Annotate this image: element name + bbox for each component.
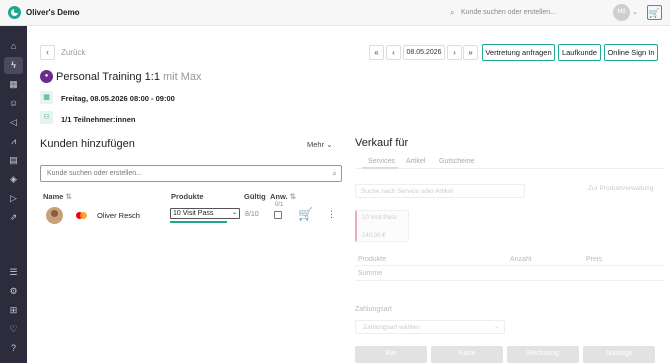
plus-square-icon[interactable]: ⊞ xyxy=(4,302,23,319)
first-page-button[interactable]: « xyxy=(369,45,384,60)
tab-vouchers[interactable]: Gutscheine xyxy=(439,158,474,165)
customer-search-input[interactable]: Kunde suchen oder erstellen... ⌕ xyxy=(40,165,342,182)
valid-count: 8/10 xyxy=(245,211,259,218)
product-select-value: 10 Visit Pass xyxy=(173,210,214,217)
product-progress-bar xyxy=(170,221,227,223)
chevron-down-icon: ⌄ xyxy=(326,140,333,149)
more-label: Mehr xyxy=(307,140,325,149)
chevron-down-icon: ⌄ xyxy=(231,210,237,216)
lightning-icon[interactable]: ϟ xyxy=(4,57,23,74)
col-attendance[interactable]: Anw. ⇅ xyxy=(270,192,296,201)
cart-icon[interactable]: 🛒 xyxy=(647,5,662,20)
payment-select[interactable]: Zahlungsart wählen ⌄ xyxy=(355,320,505,334)
product-management-link[interactable]: Zur Produktverwaltung xyxy=(588,185,653,192)
calendar-icon: ▦ xyxy=(40,91,53,104)
divider xyxy=(355,280,665,281)
sale-title: Verkauf für xyxy=(355,137,409,149)
add-to-cart-icon[interactable]: 🛒 xyxy=(298,207,313,221)
participants-icon: ⚇ xyxy=(40,111,53,124)
tab-divider xyxy=(355,168,665,169)
customer-name[interactable]: Oliver Resch xyxy=(97,211,140,220)
sidebar: ⌂ ϟ ▦ ☺ ◁ ⩘ ▤ ◈ ▷ ⇗ ☰ ⚙ ⊞ ♡ ? xyxy=(0,26,27,363)
attendance-count: 0/1 xyxy=(275,202,284,208)
back-label[interactable]: Zurück xyxy=(61,48,85,57)
event-badge-icon: ● xyxy=(40,70,53,83)
sort-icon: ⇅ xyxy=(65,192,72,201)
product-card-price: 140,00 € xyxy=(362,233,386,239)
payment-select-placeholder: Zahlungsart wählen xyxy=(363,324,420,331)
tab-services[interactable]: Services xyxy=(368,158,395,165)
laufkunde-button[interactable]: Laufkunde xyxy=(558,44,601,61)
search-icon: ⌕ xyxy=(332,169,337,178)
more-dropdown[interactable]: Mehr ⌄ xyxy=(307,140,332,149)
list-icon[interactable]: ☰ xyxy=(4,264,23,281)
heart-icon[interactable]: ♡ xyxy=(4,321,23,338)
avatar[interactable] xyxy=(46,207,63,224)
date-field[interactable]: 08.05.2026 xyxy=(403,45,445,60)
event-title-sub: mit Max xyxy=(163,71,202,83)
online-signin-button[interactable]: Online Sign In xyxy=(604,44,658,61)
top-bar: Oliver's Demo ⌄ ⌕ Kunde suchen oder erst… xyxy=(0,0,670,26)
col-name-label: Name xyxy=(43,192,64,201)
megaphone-icon[interactable]: ◁ xyxy=(4,114,23,131)
col-valid: Gültig xyxy=(244,192,266,201)
col-attendance-label: Anw. xyxy=(270,192,288,201)
global-search[interactable]: ⌕ Kunde suchen oder erstellen... xyxy=(450,8,600,19)
user-avatar[interactable]: M8 xyxy=(613,4,630,21)
col-products: Produkte xyxy=(171,192,204,201)
pay-invoice-button[interactable]: Rechnung xyxy=(507,346,579,363)
pay-card-button[interactable]: Karte xyxy=(431,346,503,363)
col-sale-products: Produkte xyxy=(358,256,387,263)
product-card[interactable]: 10 Visit Pass 140,00 € xyxy=(355,210,409,242)
play-circle-icon[interactable]: ▷ xyxy=(4,190,23,207)
search-icon: ⌕ xyxy=(450,8,455,17)
vertretung-button[interactable]: Vertretung anfragen xyxy=(482,44,555,61)
global-search-placeholder: Kunde suchen oder erstellen... xyxy=(461,9,556,16)
logo-icon[interactable] xyxy=(8,6,21,19)
chevron-down-icon[interactable]: ⌄ xyxy=(632,8,638,16)
chevron-down-icon[interactable]: ⌄ xyxy=(72,7,79,16)
product-card-name: 10 Visit Pass xyxy=(362,215,397,221)
prev-button[interactable]: ‹ xyxy=(386,45,401,60)
sort-icon: ⇅ xyxy=(289,192,297,201)
sale-search-placeholder: Suche nach Service oder Artikel xyxy=(361,188,454,195)
tab-articles[interactable]: Artikel xyxy=(406,158,425,165)
divider xyxy=(355,265,665,266)
help-icon[interactable]: ? xyxy=(4,340,23,357)
chevron-down-icon: ⌄ xyxy=(493,324,499,330)
event-title: Personal Training 1:1 xyxy=(56,71,160,83)
next-button[interactable]: › xyxy=(447,45,462,60)
gear-icon[interactable]: ⚙ xyxy=(4,283,23,300)
payment-label: Zahlungsart xyxy=(355,306,392,313)
calendar-icon[interactable]: ▦ xyxy=(4,76,23,93)
rocket-icon[interactable]: ⇗ xyxy=(4,209,23,226)
sale-search-input[interactable]: Suche nach Service oder Artikel xyxy=(355,184,525,198)
event-datetime: Freitag, 08.05.2026 08:00 - 09:00 xyxy=(61,94,175,103)
product-select[interactable]: 10 Visit Pass ⌄ xyxy=(170,208,240,219)
attendance-checkbox[interactable] xyxy=(274,211,282,219)
more-options-icon[interactable]: ⋮ xyxy=(327,209,336,220)
box-icon[interactable]: ◈ xyxy=(4,171,23,188)
back-button[interactable]: ‹ xyxy=(40,45,55,60)
pay-other-button[interactable]: Sonstige xyxy=(583,346,655,363)
customer-search-placeholder: Kunde suchen oder erstellen... xyxy=(47,170,142,177)
mastercard-icon xyxy=(76,212,87,219)
home-icon[interactable]: ⌂ xyxy=(4,38,23,55)
page-title: Personal Training 1:1 mit Max xyxy=(56,71,202,83)
col-sale-quantity: Anzahl xyxy=(510,256,532,263)
col-name[interactable]: Name ⇅ xyxy=(43,192,72,201)
person-icon[interactable]: ☺ xyxy=(4,95,23,112)
pay-cash-button[interactable]: Bar xyxy=(355,346,427,363)
col-sale-price: Preis xyxy=(586,256,602,263)
tab-active-indicator xyxy=(362,167,398,169)
customers-title: Kunden hinzufügen xyxy=(40,138,135,150)
sum-label: Summe xyxy=(358,270,383,277)
chart-icon[interactable]: ⩘ xyxy=(4,133,23,150)
clipboard-icon[interactable]: ▤ xyxy=(4,152,23,169)
last-page-button[interactable]: » xyxy=(463,45,478,60)
event-participants: 1/1 Teilnehmer:innen xyxy=(61,115,136,124)
